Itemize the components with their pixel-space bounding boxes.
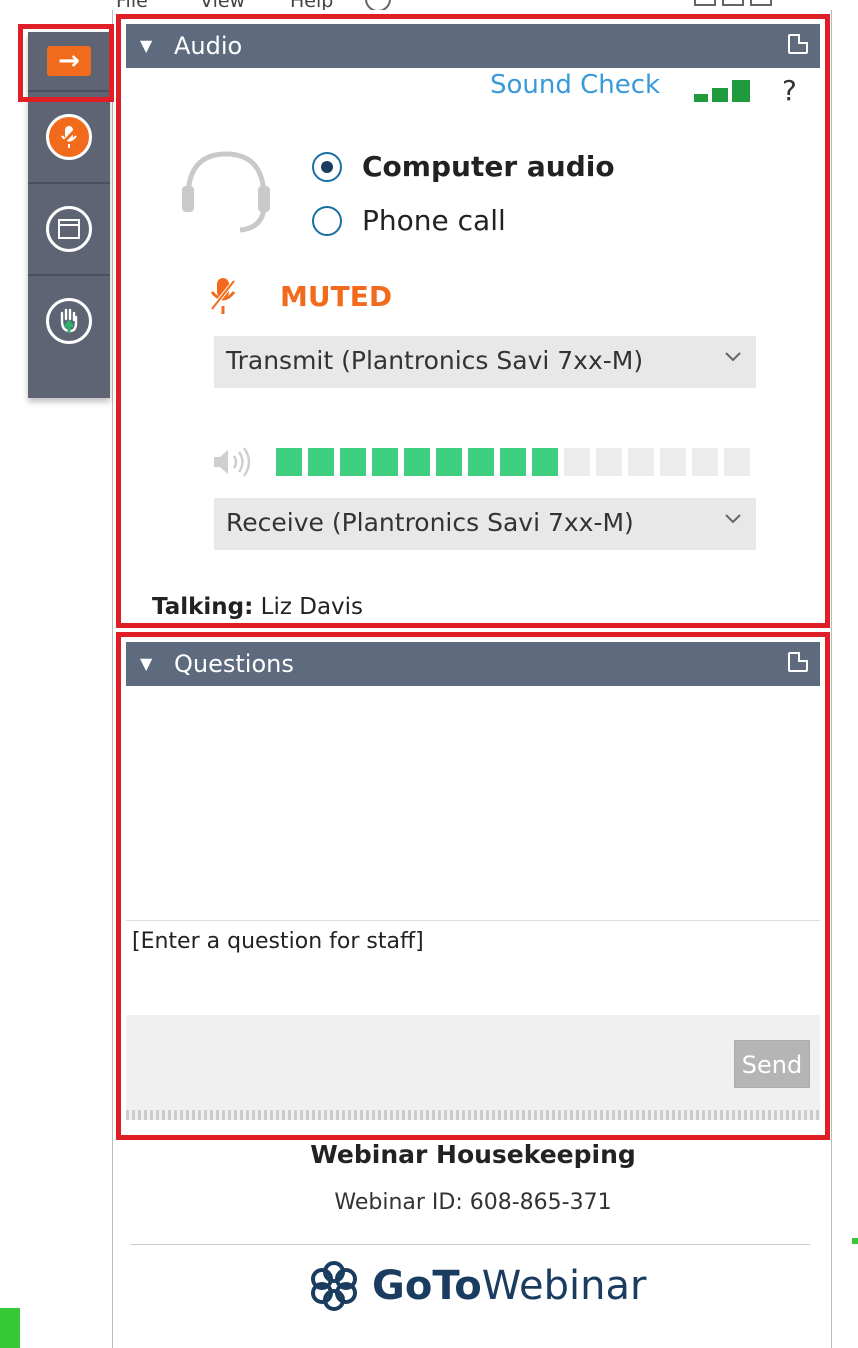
logo-text: GoToWebinar	[372, 1263, 646, 1309]
raise-hand-icon	[46, 298, 92, 344]
logo-bold: GoTo	[372, 1263, 482, 1309]
window-controls	[694, 0, 800, 6]
minimize-icon[interactable]	[694, 0, 716, 6]
gotowebinar-flower-icon	[311, 1261, 357, 1311]
maximize-icon[interactable]	[750, 0, 772, 6]
decorative-green-dot	[852, 1238, 858, 1244]
decorative-green-block	[0, 1308, 20, 1348]
mic-muted-icon	[46, 114, 92, 160]
highlight-box-toolbar-arrow	[18, 24, 114, 102]
mute-toggle-button[interactable]	[28, 92, 110, 184]
screen-view-button[interactable]	[28, 184, 110, 276]
webinar-id: Webinar ID: 608-865-371	[334, 1190, 612, 1215]
webinar-title: Webinar Housekeeping	[310, 1140, 636, 1169]
window-icon	[46, 206, 92, 252]
restore-icon[interactable]	[722, 0, 744, 6]
raise-hand-button[interactable]	[28, 276, 110, 366]
logo-regular: Webinar	[481, 1263, 647, 1309]
highlight-box-audio-panel	[116, 14, 830, 628]
footer-divider	[130, 1244, 810, 1245]
close-icon[interactable]	[778, 0, 800, 6]
gotowebinar-logo: GoToWebinar	[306, 1256, 646, 1316]
highlight-box-questions-panel	[116, 632, 830, 1140]
